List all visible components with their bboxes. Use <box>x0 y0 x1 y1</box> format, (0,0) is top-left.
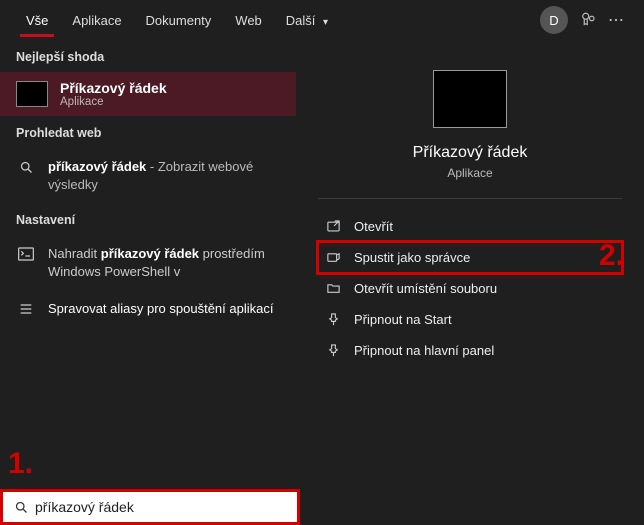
tab-all[interactable]: Vše <box>14 3 60 37</box>
chevron-down-icon: ▾ <box>323 17 328 28</box>
settings-heading: Nastavení <box>0 203 296 235</box>
preview-pane: Příkazový řádek Aplikace Otevřít Spustit… <box>296 40 644 489</box>
tab-all-label: Vše <box>26 13 48 28</box>
action-open-label: Otevřít <box>354 219 393 234</box>
preview-title: Příkazový řádek <box>413 144 528 162</box>
action-pin-start-label: Připnout na Start <box>354 312 452 327</box>
search-icon <box>16 158 36 175</box>
tab-web-label: Web <box>235 13 262 28</box>
best-match-title: Příkazový řádek <box>60 80 167 96</box>
more-options-button[interactable]: ⋯ <box>602 10 630 30</box>
open-icon <box>324 219 342 234</box>
terminal-icon <box>16 245 36 261</box>
pin-start-icon <box>324 312 342 327</box>
web-result-text: příkazový řádek - Zobrazit webové výsled… <box>48 158 280 193</box>
folder-icon <box>324 281 342 296</box>
user-avatar[interactable]: D <box>540 6 568 34</box>
action-pin-start[interactable]: Připnout na Start <box>318 304 622 335</box>
action-open-location-label: Otevřít umístění souboru <box>354 281 497 296</box>
best-match-heading: Nejlepší shoda <box>0 40 296 72</box>
rewards-icon[interactable] <box>574 6 602 34</box>
callout-one: 1. <box>8 447 33 481</box>
tab-docs[interactable]: Dokumenty <box>134 3 224 37</box>
tab-docs-label: Dokumenty <box>146 13 212 28</box>
setting-replace-cmd-text: Nahradit příkazový řádek prostředím Wind… <box>48 245 280 280</box>
tab-apps[interactable]: Aplikace <box>60 3 133 37</box>
search-bar[interactable] <box>0 489 300 525</box>
setting-manage-aliases[interactable]: Spravovat aliasy pro spouštění aplikací <box>0 290 296 328</box>
setting-replace-cmd[interactable]: Nahradit příkazový řádek prostředím Wind… <box>0 235 296 290</box>
action-pin-taskbar-label: Připnout na hlavní panel <box>354 343 494 358</box>
search-input[interactable] <box>31 495 289 519</box>
avatar-letter: D <box>549 13 558 28</box>
results-pane: Nejlepší shoda Příkazový řádek Aplikace … <box>0 40 296 489</box>
web-heading: Prohledat web <box>0 116 296 148</box>
tab-more[interactable]: Další ▾ <box>274 3 340 37</box>
action-pin-taskbar[interactable]: Připnout na hlavní panel <box>318 335 622 366</box>
tab-web[interactable]: Web <box>223 3 274 37</box>
pin-taskbar-icon <box>324 343 342 358</box>
shield-icon <box>324 250 342 265</box>
best-match-subtitle: Aplikace <box>60 96 167 108</box>
preview-subtitle: Aplikace <box>447 166 492 180</box>
action-run-as-admin-label: Spustit jako správce <box>354 250 470 265</box>
best-match-item[interactable]: Příkazový řádek Aplikace <box>0 72 296 116</box>
tab-apps-label: Aplikace <box>72 13 121 28</box>
search-icon <box>11 500 31 515</box>
action-open-location[interactable]: Otevřít umístění souboru <box>318 273 622 304</box>
action-run-as-admin[interactable]: Spustit jako správce <box>318 242 622 273</box>
web-result-item[interactable]: příkazový řádek - Zobrazit webové výsled… <box>0 148 296 203</box>
cmd-icon <box>16 81 48 107</box>
tab-more-label: Další <box>286 13 316 28</box>
list-icon <box>16 300 36 316</box>
preview-cmd-icon <box>433 70 507 128</box>
setting-manage-aliases-text: Spravovat aliasy pro spouštění aplikací <box>48 300 273 318</box>
callout-two: 2. <box>599 239 624 273</box>
action-open[interactable]: Otevřít <box>318 211 622 242</box>
